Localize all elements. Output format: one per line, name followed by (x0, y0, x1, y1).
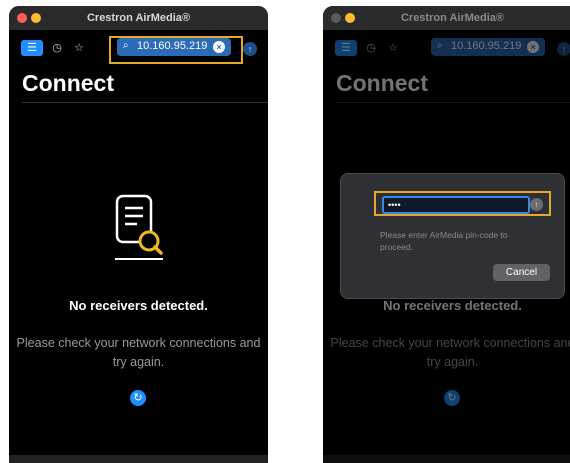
page-title: Connect (336, 70, 428, 96)
window-title: Crestron AirMedia® (86, 12, 191, 24)
bottom-bar (9, 455, 268, 463)
cancel-button[interactable]: Cancel (493, 264, 550, 281)
toolbar: ☰ ◷ ☆ ⌕ 10.160.95.219 × ↑ (9, 30, 268, 66)
empty-state-message: Please check your network connections an… (330, 336, 570, 369)
arrow-up-icon[interactable]: ↑ (530, 198, 543, 211)
empty-state-title: No receivers detected. (383, 298, 522, 313)
search-icon: ⌕ (123, 40, 129, 51)
search-value: 10.160.95.219 (451, 40, 522, 52)
star-icon[interactable]: ☆ (71, 40, 87, 56)
arrow-up-icon[interactable]: ↑ (557, 42, 570, 56)
divider (22, 102, 268, 103)
clear-icon[interactable]: × (527, 41, 539, 53)
clock-icon[interactable]: ◷ (363, 40, 379, 56)
search-icon: ⌕ (437, 40, 443, 51)
airmedia-window-default: Crestron AirMedia® ☰ ◷ ☆ ⌕ 10.160.95.219… (9, 6, 268, 463)
arrow-up-icon[interactable]: ↑ (243, 42, 257, 56)
pin-code-hint: Please enter AirMedia pin-code to procee… (380, 230, 508, 252)
list-icon[interactable]: ☰ (21, 40, 43, 56)
toolbar: ☰ ◷ ☆ ⌕ 10.160.95.219 × ↑ (323, 30, 570, 66)
bottom-bar (323, 455, 570, 463)
clock-icon[interactable]: ◷ (49, 40, 65, 56)
no-receivers-document-icon (111, 192, 171, 264)
search-input[interactable]: ⌕ 10.160.95.219 × (117, 38, 231, 56)
empty-state-title: No receivers detected. (69, 298, 208, 313)
page-title: Connect (22, 70, 114, 96)
refresh-icon[interactable]: ↻ (444, 390, 460, 406)
list-icon[interactable]: ☰ (335, 40, 357, 56)
airmedia-window-pin-dialog: Crestron AirMedia® ☰ ◷ ☆ ⌕ 10.160.95.219… (323, 6, 570, 463)
divider (336, 102, 570, 103)
search-input[interactable]: ⌕ 10.160.95.219 × (431, 38, 545, 56)
empty-state-message: Please check your network connections an… (16, 336, 261, 369)
title-bar: Crestron AirMedia® (9, 6, 268, 30)
star-icon[interactable]: ☆ (385, 40, 401, 56)
window-title: Crestron AirMedia® (400, 12, 505, 24)
title-bar: Crestron AirMedia® (323, 6, 570, 30)
clear-icon[interactable]: × (213, 41, 225, 53)
pin-code-input[interactable]: •••• (382, 196, 530, 214)
pin-code-dialog: •••• ↑ Please enter AirMedia pin-code to… (340, 173, 565, 299)
refresh-icon[interactable]: ↻ (130, 390, 146, 406)
search-value: 10.160.95.219 (137, 40, 208, 52)
